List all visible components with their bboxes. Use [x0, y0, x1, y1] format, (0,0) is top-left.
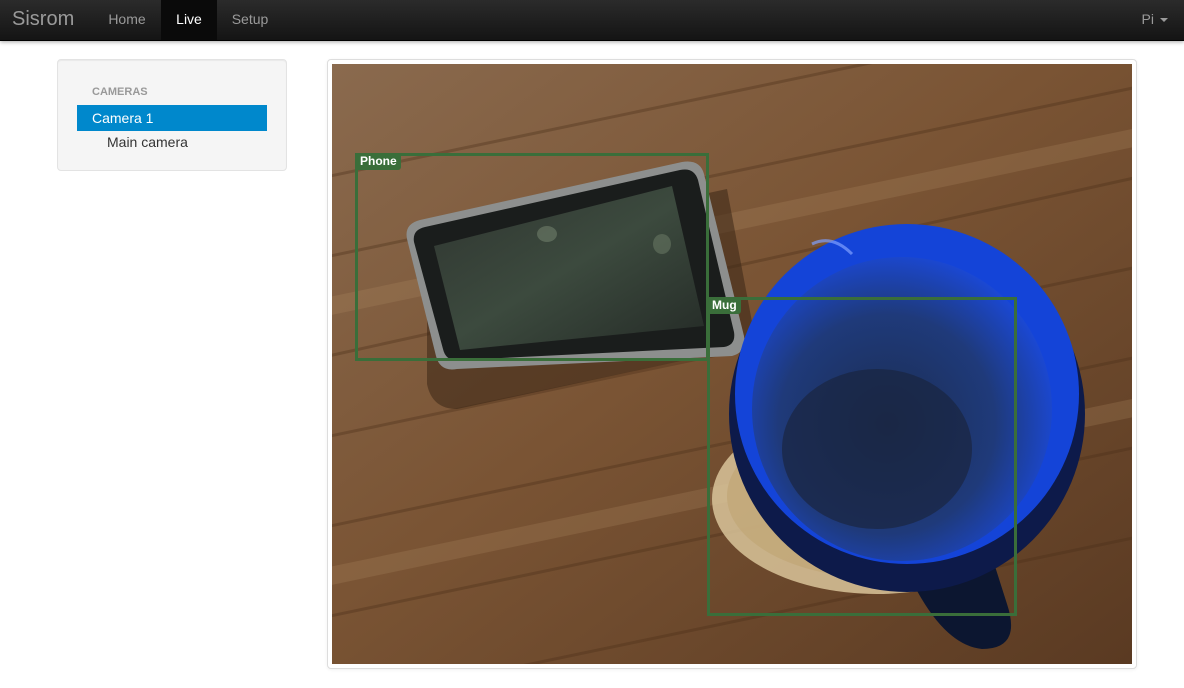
detection-box-phone: Phone — [355, 153, 709, 361]
user-menu-label: Pi — [1141, 11, 1154, 27]
caret-down-icon — [1160, 18, 1168, 23]
camera-feed: Phone Mug — [332, 64, 1132, 664]
user-menu[interactable]: Pi — [1142, 0, 1168, 40]
detection-label-phone: Phone — [355, 153, 401, 170]
detection-label-mug: Mug — [707, 297, 741, 314]
sidebar-item-main-camera[interactable]: Main camera — [107, 133, 188, 151]
nav-home[interactable]: Home — [96, 0, 158, 40]
cameras-header: CAMERAS — [92, 86, 148, 98]
sidebar-item-camera-1[interactable]: Camera 1 — [77, 105, 267, 131]
nav-setup[interactable]: Setup — [220, 0, 280, 40]
detection-box-mug: Mug — [707, 297, 1017, 616]
nav-live[interactable]: Live — [161, 0, 217, 40]
camera-sidebar: CAMERAS Camera 1 Main camera — [57, 59, 287, 171]
top-navbar: Sisrom Home Live Setup Pi — [0, 0, 1184, 41]
brand-link[interactable]: Sisrom — [12, 0, 74, 40]
